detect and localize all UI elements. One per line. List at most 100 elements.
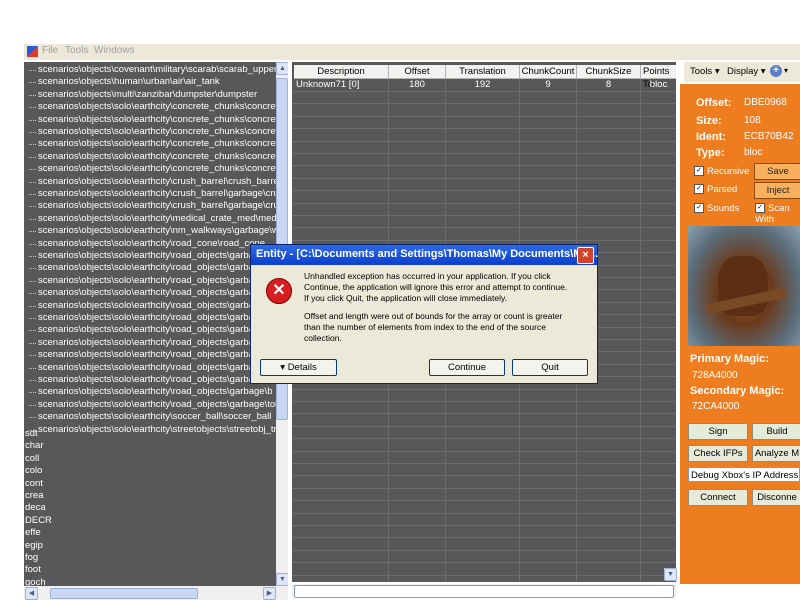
tree-root-node[interactable]: deca bbox=[25, 502, 46, 514]
menu-windows[interactable]: Windows bbox=[94, 45, 135, 56]
build-button[interactable]: Build bbox=[752, 423, 800, 440]
tree-line bbox=[29, 318, 36, 320]
cell-chunkcount[interactable]: 9 bbox=[520, 79, 576, 91]
grid-line bbox=[292, 450, 676, 452]
tree-node-label: scenarios\objects\solo\earthcity\nm_walk… bbox=[38, 225, 288, 237]
tree-node-label: scenarios\objects\solo\earthcity\crush_b… bbox=[38, 188, 288, 199]
tree-node-label: scenarios\objects\solo\earthcity\concret… bbox=[38, 113, 288, 125]
tree-root-node[interactable]: fog bbox=[25, 552, 38, 564]
column-header-chunkcount[interactable]: ChunkCount bbox=[520, 65, 577, 79]
close-icon[interactable]: × bbox=[577, 247, 594, 264]
tree-node-label: scenarios\objects\solo\earthcity\streeto… bbox=[38, 423, 288, 435]
tree-root-node[interactable]: effe bbox=[25, 527, 41, 539]
grid-line bbox=[292, 401, 676, 402]
tree-line bbox=[29, 367, 36, 370]
tree-root-node[interactable]: sdt bbox=[25, 428, 38, 440]
tree-line bbox=[29, 194, 36, 196]
dialog-title-bar[interactable]: Entity - [C:\Documents and Settings\Thom… bbox=[251, 245, 598, 265]
tree-line bbox=[29, 144, 36, 146]
check-ifps-button[interactable]: Check IFPs bbox=[688, 445, 748, 462]
scroll-down-icon[interactable]: ▼ bbox=[276, 573, 288, 586]
grid-line bbox=[292, 574, 676, 576]
details-button[interactable]: ▾ Details bbox=[260, 359, 337, 376]
exception-dialog: Entity - [C:\Documents and Settings\Thom… bbox=[250, 244, 598, 384]
tree-line bbox=[29, 94, 36, 97]
cell-translation[interactable]: 192 bbox=[446, 79, 519, 91]
connect-button[interactable]: Connect bbox=[688, 489, 748, 506]
grid-line bbox=[292, 227, 676, 229]
sounds-checkbox[interactable]: ✓ Sounds bbox=[694, 203, 739, 214]
disconnect-button[interactable]: Disconne bbox=[752, 489, 800, 506]
tree-root-node[interactable]: cont bbox=[25, 478, 43, 490]
scroll-up-icon[interactable]: ▲ bbox=[276, 62, 288, 75]
tools-dropdown[interactable]: Tools ▾ bbox=[690, 66, 720, 77]
tree-root-node[interactable]: colo bbox=[25, 465, 42, 477]
column-header-chunksize[interactable]: ChunkSize bbox=[577, 65, 641, 79]
tree-node-label: scenarios\objects\solo\earthcity\crush_b… bbox=[38, 200, 288, 212]
debug-ip-field[interactable]: Debug Xbox's IP Address bbox=[688, 467, 800, 482]
grid-line bbox=[292, 388, 676, 390]
tree-line bbox=[29, 268, 36, 270]
scroll-thumb[interactable] bbox=[50, 588, 198, 599]
column-header-offset[interactable]: Offset bbox=[389, 65, 446, 79]
grid-line bbox=[292, 202, 676, 204]
grid-line bbox=[292, 115, 676, 117]
continue-button[interactable]: Continue bbox=[429, 359, 505, 376]
tag-info-panel: Offset: DBE0968 Size: 108 Ident: ECB70B4… bbox=[680, 84, 800, 584]
display-dropdown[interactable]: Display ▾ bbox=[727, 66, 766, 77]
menu-tools[interactable]: Tools bbox=[65, 45, 88, 56]
tree-line bbox=[29, 132, 36, 134]
column-header-points-to[interactable]: Points To bbox=[641, 65, 676, 90]
column-header-translation[interactable]: Translation bbox=[446, 65, 520, 79]
tree-horizontal-scrollbar[interactable]: ◀ ▶ bbox=[24, 586, 288, 600]
offset-value: DBE0968 bbox=[744, 97, 787, 108]
tree-line bbox=[29, 417, 36, 419]
tag-info: Offset: DBE0968 Size: 108 Ident: ECB70B4… bbox=[688, 88, 800, 162]
tree-node-label: scenarios\objects\solo\earthcity\road_ob… bbox=[38, 361, 273, 373]
scroll-right-icon[interactable]: ▶ bbox=[263, 587, 276, 600]
tree-root-node[interactable]: char bbox=[25, 440, 43, 452]
grid-line bbox=[292, 413, 676, 415]
scroll-left-icon[interactable]: ◀ bbox=[25, 587, 38, 600]
tree-line bbox=[29, 156, 36, 159]
tag-preview-image bbox=[688, 226, 800, 346]
grid-line bbox=[292, 425, 676, 427]
save-button[interactable]: Save bbox=[754, 163, 800, 180]
chevron-down-icon[interactable]: ▾ bbox=[784, 66, 788, 75]
grid-vertical-scrollbar[interactable]: ▼ bbox=[664, 568, 677, 581]
message-line-3: If you click Quit, the application will … bbox=[304, 293, 507, 303]
inject-button[interactable]: Inject bbox=[754, 182, 800, 199]
message-line-4: Offset and length were out of bounds for… bbox=[304, 311, 563, 321]
tag-tree[interactable]: scenarios\objects\covenant\military\scar… bbox=[24, 62, 288, 600]
tree-root-node[interactable]: egip bbox=[25, 540, 43, 552]
tree-root-node[interactable]: foot bbox=[25, 564, 41, 576]
grid-horizontal-scrollbar[interactable] bbox=[292, 584, 676, 598]
scan-with-checkbox[interactable]: ✓ Scan With bbox=[755, 203, 800, 225]
tree-node-label: scenarios\objects\solo\earthcity\road_ob… bbox=[38, 386, 273, 398]
parsed-checkbox[interactable]: ✓ Parsed bbox=[694, 184, 737, 195]
cell-offset[interactable]: 180 bbox=[389, 79, 445, 91]
tree-root-node[interactable]: crea bbox=[25, 490, 43, 502]
add-icon[interactable]: + bbox=[770, 65, 782, 77]
grid-line bbox=[292, 128, 676, 130]
column-header-description[interactable]: Description bbox=[294, 65, 389, 79]
grid-line bbox=[292, 165, 676, 167]
cell-chunksize[interactable]: 8 bbox=[577, 79, 640, 91]
tree-line bbox=[29, 404, 36, 407]
tree-root-node[interactable]: DECR bbox=[25, 515, 52, 527]
analyze-button[interactable]: Analyze M bbox=[752, 445, 800, 462]
tree-node-label: scenarios\objects\solo\earthcity\medical… bbox=[38, 212, 288, 224]
cell-points-to[interactable]: bloc bbox=[641, 79, 676, 91]
scroll-down-icon[interactable]: ▼ bbox=[664, 568, 677, 581]
grid-line bbox=[292, 140, 676, 142]
type-label: Type: bbox=[696, 147, 725, 159]
tree-root-node[interactable]: coll bbox=[25, 453, 39, 465]
menu-file[interactable]: File bbox=[42, 45, 58, 56]
grid-line bbox=[292, 215, 676, 216]
sign-button[interactable]: Sign bbox=[688, 423, 748, 440]
quit-button[interactable]: Quit bbox=[512, 359, 588, 376]
recursive-checkbox[interactable]: ✓ Recursive bbox=[694, 166, 749, 177]
tree-line bbox=[29, 293, 36, 295]
tree-node-label: scenarios\objects\solo\earthcity\road_ob… bbox=[38, 262, 273, 274]
cell-description[interactable]: Unknown71 [0] bbox=[296, 79, 386, 91]
